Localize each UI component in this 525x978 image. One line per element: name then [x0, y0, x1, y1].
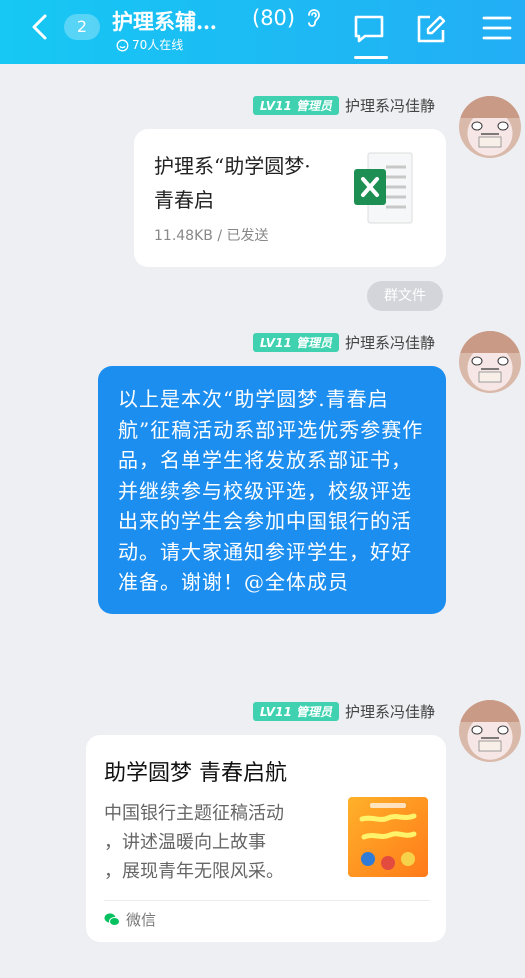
link-source: 微信: [104, 909, 156, 930]
link-description: 中国银行主题征稿活动 ，讲述温暖向上故事 ，展现青年无限风采。: [104, 803, 284, 882]
sender-name[interactable]: 护理系冯佳静: [345, 95, 435, 116]
message-meta: LV11 管理员 护理系冯佳静: [252, 331, 435, 353]
message-meta: LV11 管理员 护理系冯佳静: [252, 94, 435, 116]
divider: [104, 900, 430, 901]
level-badge: LV11 管理员: [252, 701, 339, 721]
edit-icon[interactable]: [416, 14, 446, 44]
sender-name[interactable]: 护理系冯佳静: [345, 332, 435, 353]
online-icon: [116, 39, 129, 52]
earpiece-icon: [308, 9, 320, 27]
online-status: 70人在线: [116, 36, 183, 53]
file-status: 11.48KB / 已发送: [154, 228, 269, 244]
message-text: 以上是本次“助学圆梦.青春启航”征稿活动系部评选优秀参赛作品，名单学生将发放系部…: [118, 387, 424, 594]
shared-link-card[interactable]: 助学圆梦 青春启航 中国银行主题征稿活动 ，讲述温暖向上故事 ，展现青年无限风采…: [86, 735, 446, 942]
avatar-illustration: [459, 331, 521, 383]
sender-avatar[interactable]: [459, 96, 521, 158]
text-message-bubble[interactable]: 以上是本次“助学圆梦.青春启航”征稿活动系部评选优秀参赛作品，名单学生将发放系部…: [98, 366, 446, 614]
chat-header: 2 护理系辅… (80) 70人在线: [0, 0, 525, 64]
message-meta: LV11 管理员 护理系冯佳静: [252, 700, 435, 722]
avatar-illustration: [459, 700, 521, 752]
avatar-illustration: [459, 96, 521, 148]
level-badge: LV11 管理员: [252, 332, 339, 352]
poster-illustration: [359, 803, 417, 870]
wechat-icon: [104, 913, 120, 926]
menu-icon[interactable]: [482, 14, 512, 42]
member-count: (80): [252, 6, 296, 30]
link-thumbnail: [348, 797, 428, 877]
source-name: 微信: [126, 911, 157, 929]
chat-icon[interactable]: [353, 14, 385, 44]
unread-badge[interactable]: 2: [64, 14, 100, 40]
sender-avatar[interactable]: [459, 700, 521, 762]
link-title: 助学圆梦 青春启航: [104, 761, 287, 786]
level-badge: LV11 管理员: [252, 95, 339, 115]
group-file-pill[interactable]: 群文件: [367, 281, 443, 311]
back-icon[interactable]: [28, 12, 52, 42]
online-count: 70人在线: [132, 38, 184, 52]
active-tab-indicator: [354, 56, 388, 59]
file-message[interactable]: 护理系“助学圆梦·青春启 11.48KB / 已发送: [134, 129, 446, 267]
file-name: 护理系“助学圆梦·青春启: [154, 154, 311, 212]
sender-avatar[interactable]: [459, 331, 521, 393]
excel-file-icon: [354, 152, 413, 224]
sender-name[interactable]: 护理系冯佳静: [345, 701, 435, 722]
